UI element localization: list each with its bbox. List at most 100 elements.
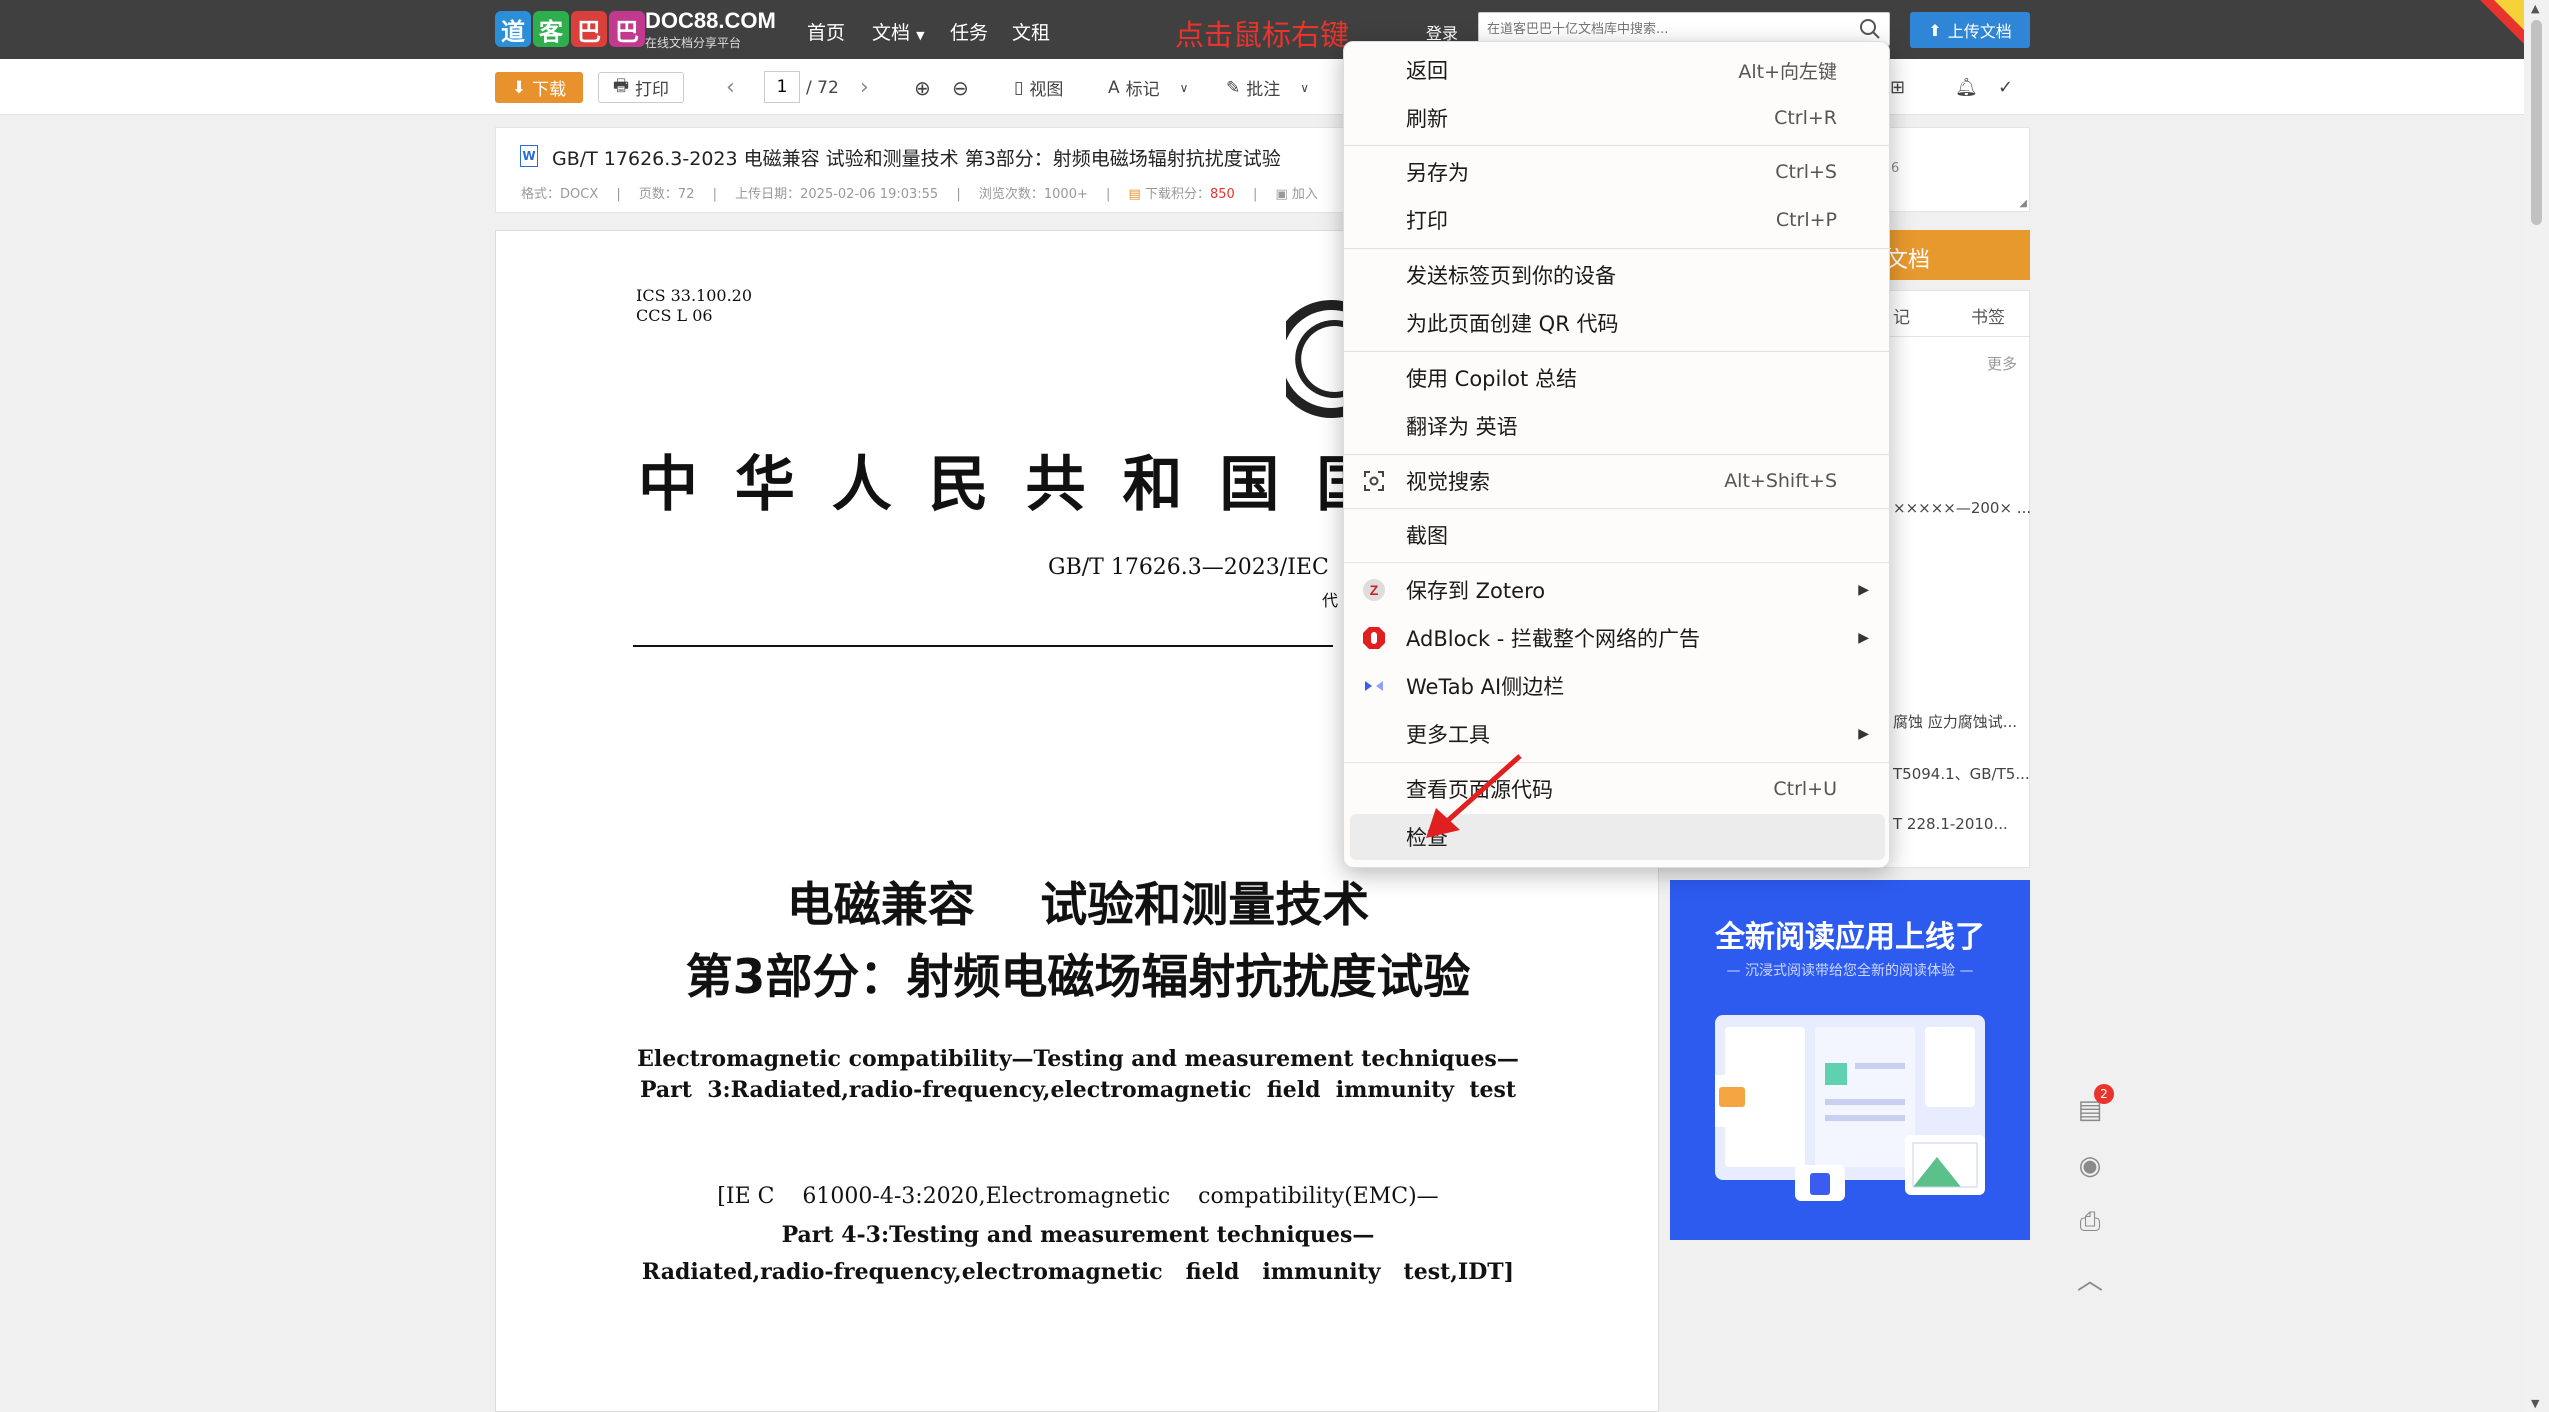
nav-rent[interactable]: 文租 xyxy=(1012,18,1050,45)
add-label[interactable]: 加入 xyxy=(1292,187,1318,202)
tab-bookmarks[interactable]: 书签 xyxy=(1971,303,2005,328)
mark-button[interactable]: A 标记 ∨ xyxy=(1108,72,1188,103)
chevron-down-icon: ∨ xyxy=(1179,80,1189,95)
zoom-in-icon[interactable]: ⊕ xyxy=(914,72,931,103)
chevron-down-icon: ∨ xyxy=(1300,80,1310,95)
view-label: 视图 xyxy=(1029,80,1064,100)
menu-item-visual-search[interactable]: 视觉搜索 Alt+Shift+S xyxy=(1344,458,1891,504)
related-doc-1[interactable]: ×××××—200× ... xyxy=(1893,499,2031,517)
nav-tasks[interactable]: 任务 xyxy=(950,18,988,45)
more-link[interactable]: 更多 xyxy=(1987,353,2017,374)
page-number-input[interactable] xyxy=(764,71,800,103)
menu-item-qr-code[interactable]: 为此页面创建 QR 代码 xyxy=(1344,300,1891,346)
menu-item-back[interactable]: 返回 Alt+向左键 xyxy=(1344,47,1891,93)
scroll-thumb[interactable] xyxy=(2531,20,2542,225)
wechat-icon[interactable]: ◉ xyxy=(2074,1150,2106,1182)
wetab-icon xyxy=(1362,674,1386,698)
prev-page-icon[interactable]: ‹ xyxy=(726,72,735,103)
pen-icon: ✎ xyxy=(1226,77,1241,98)
back-to-top-icon[interactable]: ︿ xyxy=(2074,1262,2106,1296)
en-title-line-1: Electromagnetic compatibility—Testing an… xyxy=(637,1046,1519,1072)
upload-icon: ⬆ xyxy=(1928,20,1942,40)
menu-item-refresh[interactable]: 刷新 Ctrl+R xyxy=(1344,95,1891,141)
menu-label: 刷新 xyxy=(1406,107,1448,131)
bell-icon[interactable]: 🔔︎ xyxy=(1955,72,1978,103)
replace-note: 代 xyxy=(1322,591,1339,610)
view-button[interactable]: ▯ 视图 xyxy=(1014,72,1063,103)
search-icon[interactable] xyxy=(1859,18,1881,40)
add-icon: ▣ xyxy=(1275,187,1288,202)
nav-docs-label: 文档 xyxy=(872,22,911,44)
ad-illustration xyxy=(1709,1015,1985,1205)
annotate-label: 批注 xyxy=(1246,80,1281,100)
resize-handle-icon[interactable]: ◢ xyxy=(2019,198,2027,209)
add-doc-icon[interactable]: ⊞ xyxy=(1890,72,1905,103)
menu-shortcut: Alt+Shift+S xyxy=(1724,470,1837,492)
zoom-out-icon[interactable]: ⊖ xyxy=(952,72,969,103)
mark-label: 标记 xyxy=(1125,80,1160,100)
nav-docs[interactable]: 文档 ▼ xyxy=(872,18,925,45)
download-icon: ⬇ xyxy=(511,77,527,98)
right-click-annotation: 点击鼠标右键 xyxy=(1175,18,1350,52)
logo-char-1: 道 xyxy=(495,11,531,47)
menu-label: 截图 xyxy=(1406,524,1448,548)
check-circle-icon[interactable]: ✓ xyxy=(1998,72,2013,103)
reading-app-ad[interactable]: 全新阅读应用上线了 — 沉浸式阅读带给您全新的阅读体验 — xyxy=(1670,880,2030,1240)
page-scrollbar[interactable]: ▲ ▼ xyxy=(2524,0,2549,1412)
submenu-arrow-icon: ▶ xyxy=(1858,630,1869,646)
menu-item-translate[interactable]: 翻译为 英语 xyxy=(1344,403,1891,449)
menu-item-print[interactable]: 打印 Ctrl+P xyxy=(1344,197,1891,243)
site-logo[interactable]: 道 客 巴 巴 DOC88.COM 在线文档分享平台 xyxy=(495,0,795,59)
sidebar-orange-label: 文档 xyxy=(1886,248,1931,273)
coin-icon: ▤ xyxy=(1128,187,1141,202)
notes-float-icon[interactable]: ▤ 2 xyxy=(2074,1084,2114,1126)
print-button[interactable]: 🖶 打印 xyxy=(598,72,684,103)
adblock-icon xyxy=(1362,626,1386,650)
doc-format: 格式：DOCX xyxy=(521,187,599,202)
corner-ribbon-icon[interactable] xyxy=(2480,0,2524,44)
related-doc-4[interactable]: T 228.1-2010... xyxy=(1893,815,2008,833)
logo-char-2: 客 xyxy=(533,11,569,47)
printer-icon: 🖶 xyxy=(612,76,630,96)
printer-float-icon[interactable]: ⎙ xyxy=(2074,1206,2106,1238)
points-label: 下载积分： xyxy=(1144,187,1210,202)
menu-separator xyxy=(1344,454,1891,455)
menu-label: AdBlock - 拦截整个网络的广告 xyxy=(1406,627,1701,651)
annotate-button[interactable]: ✎ 批注 ∨ xyxy=(1226,72,1309,103)
related-doc-3[interactable]: T5094.1、GB/T5... xyxy=(1893,763,2030,784)
ics-code: ICS 33.100.20 xyxy=(636,286,753,305)
menu-item-save-as[interactable]: 另存为 Ctrl+S xyxy=(1344,149,1891,195)
next-page-icon[interactable]: › xyxy=(860,72,869,103)
national-standard-title: 中 华 人 民 共 和 国 国 xyxy=(638,450,1385,520)
menu-item-adblock[interactable]: AdBlock - 拦截整个网络的广告 ▶ xyxy=(1344,615,1891,661)
scroll-down-icon[interactable]: ▼ xyxy=(2531,1397,2539,1410)
en-title-line-2: Part 3:Radiated,radio-frequency,electrom… xyxy=(639,1077,1517,1103)
related-doc-2[interactable]: 腐蚀 应力腐蚀试... xyxy=(1893,711,2017,732)
menu-label: 视觉搜索 xyxy=(1406,470,1490,494)
menu-item-screenshot[interactable]: 截图 xyxy=(1344,512,1891,558)
menu-shortcut: Ctrl+U xyxy=(1773,778,1837,800)
nav-home[interactable]: 首页 xyxy=(807,18,845,45)
doc-upload-date: 上传日期：2025-02-06 19:03:55 xyxy=(735,187,939,202)
menu-shortcut: Alt+向左键 xyxy=(1738,60,1837,83)
view-icon: ▯ xyxy=(1014,77,1024,98)
doc-views: 浏览次数：1000+ xyxy=(978,187,1088,202)
menu-separator xyxy=(1344,248,1891,249)
menu-label: 打印 xyxy=(1406,209,1448,233)
tab-notes[interactable]: 记 xyxy=(1893,303,1910,328)
menu-shortcut: Ctrl+R xyxy=(1774,107,1837,129)
scroll-up-icon[interactable]: ▲ xyxy=(2531,2,2539,15)
download-label: 下载 xyxy=(532,80,567,100)
menu-shortcut: Ctrl+S xyxy=(1775,161,1837,183)
menu-item-zotero[interactable]: Z 保存到 Zotero ▶ xyxy=(1344,567,1891,613)
download-button[interactable]: ⬇ 下载 xyxy=(495,72,583,103)
upload-button[interactable]: ⬆ 上传文档 xyxy=(1910,12,2030,48)
menu-label: 返回 xyxy=(1406,59,1448,83)
menu-label: 发送标签页到你的设备 xyxy=(1406,264,1616,288)
menu-item-send-tab[interactable]: 发送标签页到你的设备 xyxy=(1344,252,1891,298)
logo-char-4: 巴 xyxy=(609,11,645,47)
menu-item-wetab[interactable]: WeTab AI侧边栏 xyxy=(1344,663,1891,709)
doc-pages: 页数：72 xyxy=(638,187,695,202)
menu-item-copilot[interactable]: 使用 Copilot 总结 xyxy=(1344,355,1891,401)
menu-label: 为此页面创建 QR 代码 xyxy=(1406,312,1619,336)
